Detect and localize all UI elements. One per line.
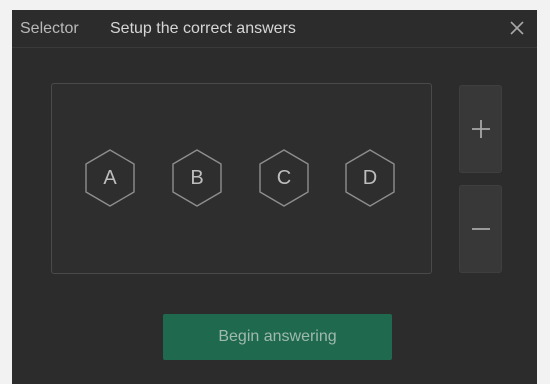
- option-c[interactable]: C: [257, 148, 311, 208]
- option-label: B: [190, 167, 204, 189]
- options-panel: A B C D: [51, 83, 432, 274]
- close-button[interactable]: [505, 16, 529, 40]
- selector-window: Selector Setup the correct answers A B C…: [12, 10, 537, 384]
- begin-answering-button[interactable]: Begin answering: [163, 314, 392, 360]
- remove-option-button[interactable]: [459, 185, 502, 273]
- minus-icon: [472, 228, 490, 230]
- plus-icon: [472, 120, 490, 138]
- option-label: D: [362, 167, 378, 189]
- title-bar: Selector Setup the correct answers: [12, 10, 537, 48]
- option-b[interactable]: B: [170, 148, 224, 208]
- app-title: Selector: [20, 20, 79, 37]
- option-a[interactable]: A: [83, 148, 137, 208]
- window-subtitle: Setup the correct answers: [110, 20, 296, 37]
- option-d[interactable]: D: [343, 148, 397, 208]
- close-icon: [510, 21, 524, 35]
- add-option-button[interactable]: [459, 85, 502, 173]
- option-label: C: [276, 167, 292, 189]
- option-label: A: [103, 167, 117, 189]
